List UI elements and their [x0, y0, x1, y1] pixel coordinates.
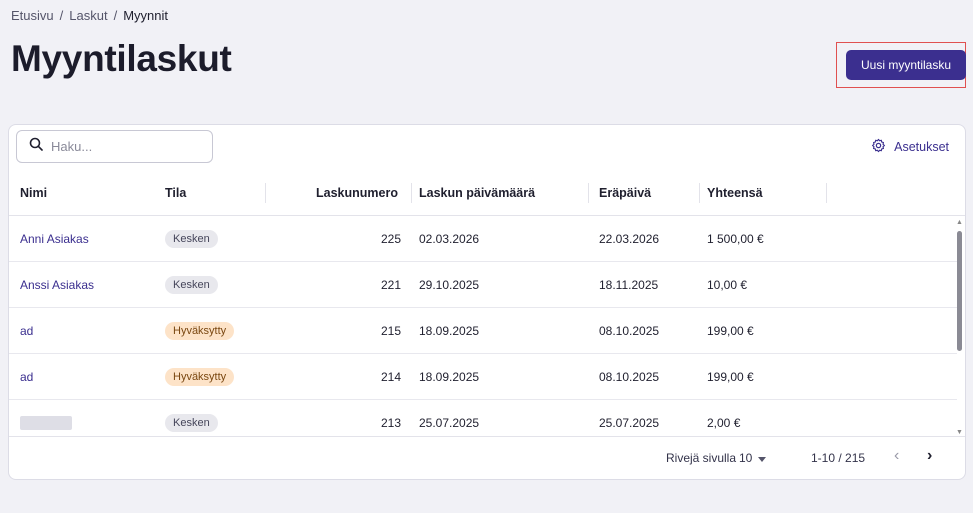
settings-label: Asetukset — [894, 140, 949, 154]
customer-name-link[interactable]: ad — [20, 324, 33, 338]
column-header-status[interactable]: Tila — [165, 169, 186, 216]
table-body: Anni Asiakas Kesken 225 02.03.2026 22.03… — [9, 216, 957, 436]
invoice-total: 10,00 € — [707, 278, 748, 292]
column-header-name[interactable]: Nimi — [20, 169, 47, 216]
invoice-number: 221 — [380, 278, 401, 292]
invoice-total: 199,00 € — [707, 324, 754, 338]
invoice-number: 225 — [380, 232, 401, 246]
invoice-total: 1 500,00 € — [707, 232, 764, 246]
invoice-date: 02.03.2026 — [419, 232, 480, 246]
dropdown-caret-icon — [758, 451, 767, 465]
column-separator — [588, 183, 589, 203]
invoice-number: 214 — [380, 370, 401, 384]
invoice-table-card: Asetukset Nimi Tila Laskunumero Laskun p… — [8, 124, 966, 480]
breadcrumb-home[interactable]: Etusivu — [11, 8, 54, 23]
search-input[interactable] — [51, 139, 191, 154]
table-header: Nimi Tila Laskunumero Laskun päivämäärä … — [9, 169, 965, 216]
next-page-icon[interactable]: › — [927, 447, 932, 465]
invoice-date: 29.10.2025 — [419, 278, 480, 292]
column-separator — [826, 183, 827, 203]
due-date: 08.10.2025 — [599, 370, 660, 384]
status-badge: Kesken — [165, 414, 218, 432]
rows-per-page-select[interactable]: 10 — [739, 451, 767, 465]
invoice-total: 199,00 € — [707, 370, 754, 384]
table-row[interactable]: Anssi Asiakas Kesken 221 29.10.2025 18.1… — [9, 262, 957, 308]
breadcrumb: Etusivu / Laskut / Myynnit — [11, 8, 168, 23]
invoice-date: 25.07.2025 — [419, 416, 480, 430]
breadcrumb-invoices[interactable]: Laskut — [69, 8, 107, 23]
scroll-up-arrow-icon[interactable]: ▲ — [956, 219, 963, 226]
scrollbar-thumb[interactable] — [957, 231, 962, 351]
table-row[interactable]: ad Hyväksytty 214 18.09.2025 08.10.2025 … — [9, 354, 957, 400]
redacted-customer-name[interactable] — [20, 416, 72, 430]
invoice-total: 2,00 € — [707, 416, 741, 430]
previous-page-icon[interactable]: ‹ — [894, 447, 899, 465]
invoice-date: 18.09.2025 — [419, 370, 480, 384]
due-date: 18.11.2025 — [599, 278, 659, 292]
column-header-total[interactable]: Yhteensä — [707, 169, 763, 216]
pagination-footer: Rivejä sivulla 10 1-10 / 215 ‹ › — [9, 436, 965, 479]
page-range: 1-10 / 215 — [811, 451, 866, 465]
breadcrumb-separator: / — [59, 8, 64, 23]
column-separator — [699, 183, 700, 203]
column-separator — [265, 183, 266, 203]
table-row[interactable]: ad Hyväksytty 215 18.09.2025 08.10.2025 … — [9, 308, 957, 354]
table-scrollbar[interactable]: ▲ ▼ — [955, 216, 965, 436]
rows-per-page-value: 10 — [739, 451, 753, 465]
gear-icon — [871, 138, 886, 156]
column-separator — [411, 183, 412, 203]
customer-name-link[interactable]: Anni Asiakas — [20, 232, 89, 246]
invoice-number: 215 — [380, 324, 401, 338]
customer-name-link[interactable]: ad — [20, 370, 33, 384]
breadcrumb-current: Myynnit — [123, 8, 168, 23]
due-date: 25.07.2025 — [599, 416, 660, 430]
status-badge: Hyväksytty — [165, 368, 235, 386]
invoice-date: 18.09.2025 — [419, 324, 480, 338]
search-icon — [29, 137, 43, 156]
table-row[interactable]: Anni Asiakas Kesken 225 02.03.2026 22.03… — [9, 216, 957, 262]
new-sales-invoice-button[interactable]: Uusi myyntilasku — [846, 50, 966, 80]
column-header-due-date[interactable]: Eräpäivä — [599, 169, 651, 216]
invoice-number: 213 — [380, 416, 401, 430]
search-box[interactable] — [16, 130, 213, 163]
settings-button[interactable]: Asetukset — [871, 138, 949, 156]
breadcrumb-separator: / — [113, 8, 118, 23]
column-header-invoice-number[interactable]: Laskunumero — [316, 169, 398, 216]
due-date: 22.03.2026 — [599, 232, 660, 246]
status-badge: Kesken — [165, 276, 218, 294]
table-row[interactable]: Kesken 213 25.07.2025 25.07.2025 2,00 € — [9, 400, 957, 436]
due-date: 08.10.2025 — [599, 324, 660, 338]
scroll-down-arrow-icon[interactable]: ▼ — [956, 429, 963, 436]
column-header-invoice-date[interactable]: Laskun päivämäärä — [419, 169, 535, 216]
rows-per-page-label: Rivejä sivulla — [666, 451, 737, 465]
customer-name-link[interactable]: Anssi Asiakas — [20, 278, 94, 292]
page-title: Myyntilaskut — [11, 38, 232, 79]
status-badge: Hyväksytty — [165, 322, 235, 340]
status-badge: Kesken — [165, 230, 218, 248]
